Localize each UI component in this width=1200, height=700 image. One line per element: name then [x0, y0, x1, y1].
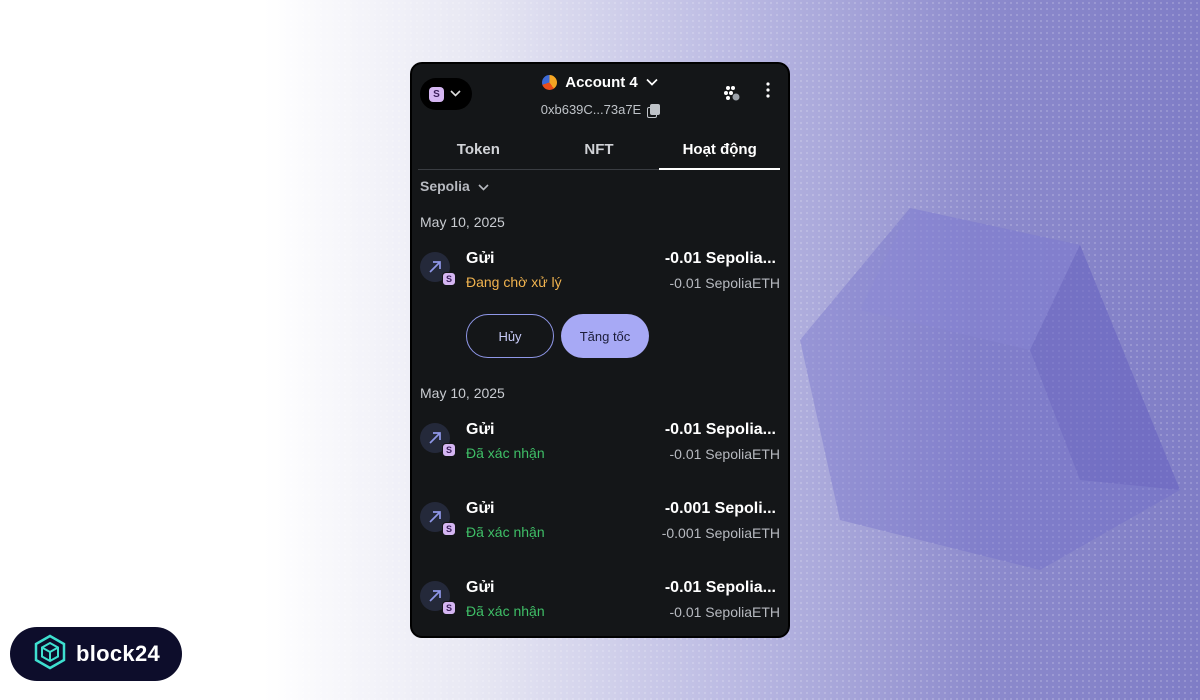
account-avatar	[542, 74, 558, 90]
network-badge: S	[442, 522, 456, 536]
tx-title: Gửi	[466, 250, 495, 267]
connected-sites-icon[interactable]	[723, 84, 741, 102]
cancel-button[interactable]: Hủy	[466, 314, 554, 358]
network-filter[interactable]: Sepolia	[420, 178, 489, 194]
date-header: May 10, 2025	[420, 385, 505, 401]
cube-logo-icon	[32, 634, 68, 675]
tx-icon: S	[420, 502, 456, 538]
account-name: Account 4	[565, 73, 638, 91]
tx-icon: S	[420, 252, 456, 288]
chevron-down-icon	[478, 178, 489, 194]
transaction-row[interactable]: S Gửi Đã xác nhận -0.01 Sepolia... -0.01…	[412, 421, 788, 469]
tx-status: Đã xác nhận	[466, 603, 545, 619]
tx-amount-detail: -0.01 SepoliaETH	[669, 275, 780, 291]
wallet-header: S Account 4 0xb639C...73a7E	[412, 64, 788, 130]
tx-status: Đã xác nhận	[466, 445, 545, 461]
wallet-panel: S Account 4 0xb639C...73a7E Token NFT Ho…	[410, 62, 790, 638]
tab-nft[interactable]: NFT	[539, 130, 660, 169]
more-options-icon[interactable]	[760, 82, 776, 102]
date-header: May 10, 2025	[420, 214, 505, 230]
network-filter-label: Sepolia	[420, 178, 470, 194]
tx-title: Gửi	[466, 421, 495, 438]
tab-bar: Token NFT Hoạt động	[418, 130, 780, 170]
block24-logo: block24	[10, 627, 182, 681]
background-cube-shape	[800, 208, 1180, 570]
tx-amount-detail: -0.01 SepoliaETH	[669, 446, 780, 462]
tab-activity[interactable]: Hoạt động	[659, 130, 780, 170]
tx-amount-detail: -0.01 SepoliaETH	[669, 604, 780, 620]
chevron-down-icon	[646, 73, 658, 91]
network-badge: S	[442, 443, 456, 457]
network-badge: S	[442, 601, 456, 615]
transaction-row[interactable]: S Gửi Đang chờ xử lý -0.01 Sepolia... -0…	[412, 250, 788, 298]
tx-status: Đã xác nhận	[466, 524, 545, 540]
transaction-row[interactable]: S Gửi Đã xác nhận -0.001 Sepoli... -0.00…	[412, 500, 788, 548]
transaction-row[interactable]: S Gửi Đã xác nhận -0.01 Sepolia... -0.01…	[412, 579, 788, 627]
address-text: 0xb639C...73a7E	[540, 102, 642, 117]
account-address[interactable]: 0xb639C...73a7E	[412, 102, 788, 118]
copy-icon[interactable]	[647, 103, 661, 118]
tx-amount: -0.01 Sepolia...	[664, 421, 776, 438]
tx-amount: -0.01 Sepolia...	[664, 250, 776, 267]
tx-status: Đang chờ xử lý	[466, 274, 562, 290]
tx-icon: S	[420, 423, 456, 459]
tx-amount: -0.01 Sepolia...	[664, 579, 776, 596]
network-badge: S	[442, 272, 456, 286]
tx-amount: -0.001 Sepoli...	[664, 500, 776, 517]
tx-icon: S	[420, 581, 456, 617]
tx-title: Gửi	[466, 500, 495, 517]
tx-amount-detail: -0.001 SepoliaETH	[661, 525, 780, 541]
logo-text: block24	[76, 641, 161, 666]
speed-up-button[interactable]: Tăng tốc	[561, 314, 649, 358]
tx-title: Gửi	[466, 579, 495, 596]
tab-token[interactable]: Token	[418, 130, 539, 169]
